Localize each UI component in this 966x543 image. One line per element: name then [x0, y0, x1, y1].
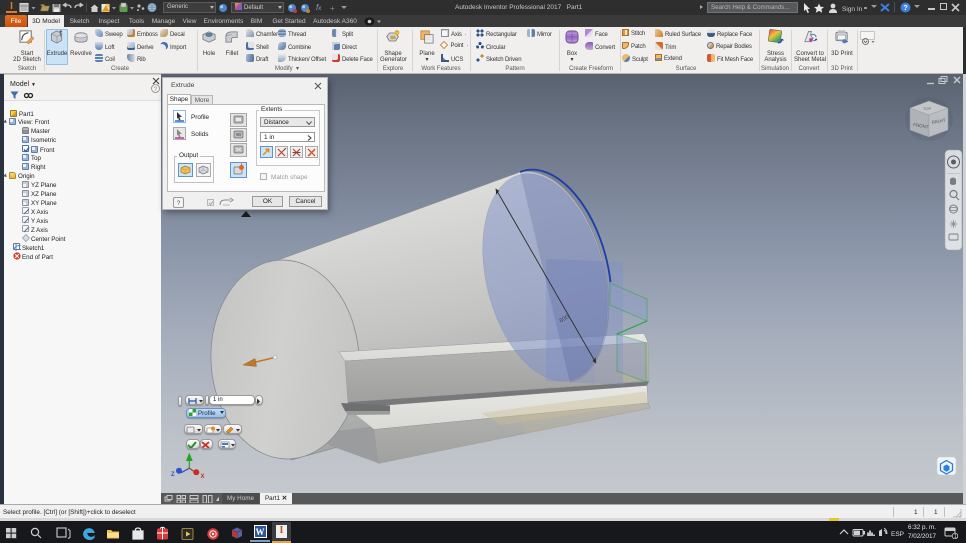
svg-text:TOP: TOP — [923, 106, 931, 111]
svg-text:Sign In: Sign In — [842, 6, 862, 13]
svg-text:?: ? — [903, 3, 908, 12]
svg-text:X: X — [201, 474, 205, 480]
svg-text:ESP: ESP — [891, 531, 904, 538]
svg-text:1: 1 — [954, 534, 957, 539]
svg-text:Z: Z — [171, 472, 175, 478]
